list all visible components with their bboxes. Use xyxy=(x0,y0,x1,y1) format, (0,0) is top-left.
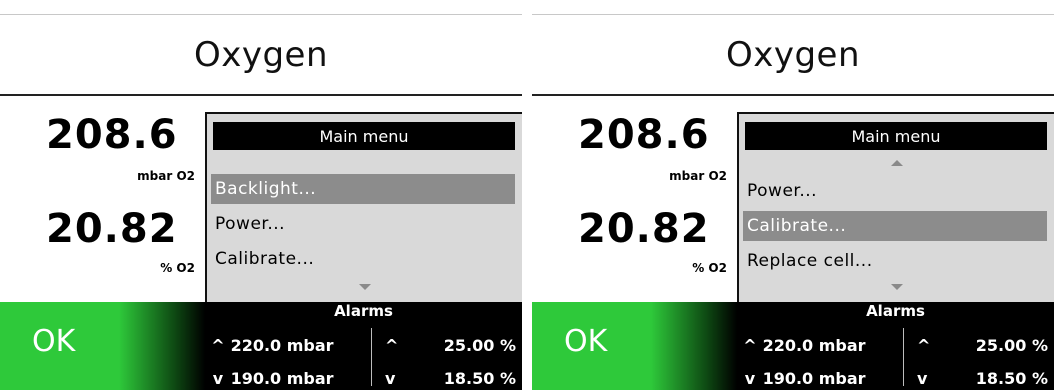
menu-item-power[interactable]: Power... xyxy=(743,176,1047,206)
status-text: OK xyxy=(32,324,76,359)
scroll-up-arrow-icon[interactable] xyxy=(890,160,903,166)
device-screen-2: Oxygen 208.6 mbar O2 20.82 % O2 Main men… xyxy=(532,0,1054,390)
caret-up-icon: ^ xyxy=(211,336,225,355)
alarm-high-pressure: ^ 220.0 mbar xyxy=(743,336,866,355)
percent-unit: % O2 xyxy=(160,261,195,275)
menu-header: Main menu xyxy=(745,122,1047,150)
alarm-high-pressure-value: 220.0 mbar xyxy=(762,336,866,355)
scroll-down-arrow-icon[interactable] xyxy=(358,284,371,290)
alarms-title: Alarms xyxy=(334,302,393,320)
alarm-low-pressure: v 190.0 mbar xyxy=(211,369,334,388)
main-menu: Main menu Power... Calibrate... Replace … xyxy=(737,112,1054,302)
percent-value: 20.82 xyxy=(46,206,178,252)
alarm-high-pressure: ^ 220.0 mbar xyxy=(211,336,334,355)
alarm-high-percent: 25.00 % xyxy=(443,336,516,355)
percent-unit: % O2 xyxy=(692,261,727,275)
menu-item-power[interactable]: Power... xyxy=(211,209,515,239)
scroll-down-arrow-icon[interactable] xyxy=(890,284,903,290)
pressure-value: 208.6 xyxy=(578,112,710,158)
menu-item-backlight[interactable]: Backlight... xyxy=(211,174,515,204)
alarm-low-pressure: v 190.0 mbar xyxy=(743,369,866,388)
alarm-low-pressure-value: 190.0 mbar xyxy=(230,369,334,388)
menu-item-replace-cell[interactable]: Replace cell... xyxy=(743,246,1047,276)
alarm-high-percent: 25.00 % xyxy=(975,336,1048,355)
alarm-low-pressure-value: 190.0 mbar xyxy=(762,369,866,388)
pressure-value: 208.6 xyxy=(46,112,178,158)
alarms-panel: Alarms ^ 220.0 mbar v 190.0 mbar ^ v 25.… xyxy=(205,302,522,390)
main-menu: Main menu Backlight... Power... Calibrat… xyxy=(205,112,522,302)
page-title: Oxygen xyxy=(0,14,522,96)
alarm-high-pressure-value: 220.0 mbar xyxy=(230,336,334,355)
alarms-panel: Alarms ^ 220.0 mbar v 190.0 mbar ^ v 25.… xyxy=(737,302,1054,390)
alarm-low-percent: 18.50 % xyxy=(975,369,1048,388)
device-screen-1: Oxygen 208.6 mbar O2 20.82 % O2 Main men… xyxy=(0,0,522,390)
page-title: Oxygen xyxy=(532,14,1054,96)
caret-down-icon: v xyxy=(744,369,756,388)
alarms-title: Alarms xyxy=(866,302,925,320)
caret-down-icon: v xyxy=(385,369,396,388)
pressure-unit: mbar O2 xyxy=(137,169,195,183)
status-indicator: OK xyxy=(0,302,205,390)
pressure-unit: mbar O2 xyxy=(669,169,727,183)
caret-down-icon: v xyxy=(212,369,224,388)
menu-item-calibrate[interactable]: Calibrate... xyxy=(211,244,515,274)
alarm-low-percent: 18.50 % xyxy=(443,369,516,388)
caret-up-icon: ^ xyxy=(385,336,399,355)
alarms-divider xyxy=(903,328,904,386)
status-text: OK xyxy=(564,324,608,359)
caret-down-icon: v xyxy=(917,369,928,388)
status-indicator: OK xyxy=(532,302,737,390)
percent-value: 20.82 xyxy=(578,206,710,252)
caret-up-icon: ^ xyxy=(743,336,757,355)
menu-header: Main menu xyxy=(213,122,515,150)
menu-item-calibrate[interactable]: Calibrate... xyxy=(743,211,1047,241)
alarms-divider xyxy=(371,328,372,386)
caret-up-icon: ^ xyxy=(917,336,931,355)
